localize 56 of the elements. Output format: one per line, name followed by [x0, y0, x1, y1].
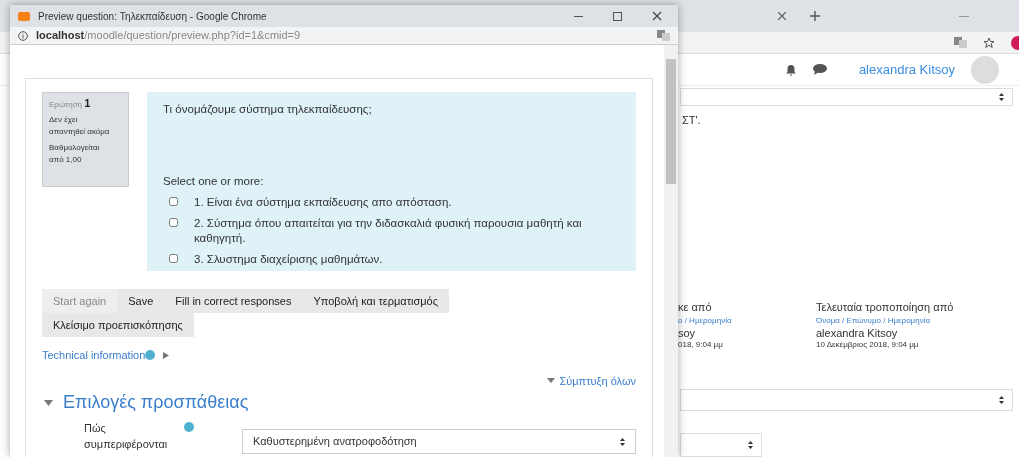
action-button[interactable]: Κλείσιμο προεπισκόπησης — [42, 313, 194, 337]
section-heading[interactable]: Επιλογές προσπάθειας — [63, 389, 249, 416]
author-name: soy — [678, 327, 697, 339]
question-grade: Βαθμολογείται από 1,00 — [49, 142, 101, 166]
action-button[interactable]: Fill in correct responses — [164, 289, 303, 313]
column-heading: Τελευταία τροποποίηση από — [816, 299, 954, 315]
new-tab-icon[interactable] — [810, 11, 820, 21]
answer-option[interactable]: 3. Σλυστημα διαχείρισης μαθημάτων. — [194, 251, 383, 267]
technical-info-link[interactable]: Technical information — [42, 347, 146, 364]
question-number: Ερώτηση 1 — [49, 97, 92, 111]
modified-date: 018, 9:04 μμ — [678, 339, 724, 351]
select-arrows-icon — [748, 441, 753, 449]
behaviour-select[interactable]: Καθυστερημένη ανατροφοδότηση — [242, 429, 636, 454]
window-title: Preview question: Τηλεκπαίδευση - Google Chrome — [38, 9, 267, 24]
answer-option[interactable]: 2. Σύστημα όπου απαιτείται για την διδασκαλιά φυσική παρουσια μαθητή και καθηγητή. — [194, 215, 614, 246]
select-field[interactable] — [680, 389, 1013, 411]
collapse-all-link[interactable]: Σύμπτυξη όλων — [559, 372, 636, 389]
select-field[interactable] — [680, 433, 762, 457]
info-icon[interactable] — [18, 30, 28, 41]
action-button[interactable]: Save — [117, 289, 165, 313]
answer-prompt: Select one or more: — [163, 174, 265, 190]
star-icon[interactable] — [983, 36, 995, 49]
help-icon[interactable] — [184, 422, 194, 432]
select-arrows-icon — [999, 93, 1004, 101]
scrollbar[interactable] — [664, 45, 678, 457]
sort-links[interactable]: ο / Ημερομηνία — [678, 315, 782, 327]
section-arrow-icon[interactable] — [44, 399, 53, 406]
checkbox[interactable] — [169, 196, 178, 206]
close-tab-icon[interactable] — [778, 12, 786, 20]
question-text: Τι όνομάζουμε σύστημα τηλεκπαίδευσης; — [163, 102, 373, 117]
help-icon[interactable] — [145, 350, 156, 361]
collapse-arrow-icon — [547, 378, 556, 384]
select-arrows-icon — [999, 396, 1004, 404]
field-label: Πώς συμπεριφέρονται — [84, 421, 169, 452]
checkbox[interactable] — [169, 253, 178, 263]
translate-icon[interactable] — [657, 30, 670, 41]
moodle-logo-icon — [18, 11, 30, 21]
maximize-icon[interactable] — [613, 11, 622, 21]
close-icon[interactable] — [652, 11, 662, 21]
modified-date: 10 Δεκέμβριος 2018, 9:04 μμ — [816, 339, 920, 351]
author-name: alexandra Kitsoy — [816, 327, 899, 339]
checkbox[interactable] — [169, 217, 178, 227]
sort-links[interactable]: Όνομα / Επώνυμο / Ημερομηνία — [816, 315, 954, 327]
user-name-link[interactable]: alexandra Kitsoy — [858, 59, 955, 80]
translate-icon[interactable] — [954, 37, 967, 48]
expand-arrow-icon[interactable] — [163, 351, 170, 359]
column-heading: κε από — [678, 299, 713, 315]
answer-option[interactable]: 1. Είναι ένα σύστημα εκπαίδευσης απο απόσταση. — [194, 194, 452, 210]
description-text: ΣΤ'. — [682, 113, 702, 128]
bell-icon[interactable] — [784, 63, 797, 76]
minimize-icon[interactable] — [574, 15, 583, 17]
action-button[interactable]: Υποβολή και τερματισμός — [302, 289, 449, 313]
question-status: Δεν έχει απαντηθεί ακόμα — [49, 114, 110, 138]
chat-icon[interactable] — [812, 64, 827, 75]
select-field[interactable] — [680, 88, 1013, 106]
select-arrows-icon — [620, 437, 625, 446]
